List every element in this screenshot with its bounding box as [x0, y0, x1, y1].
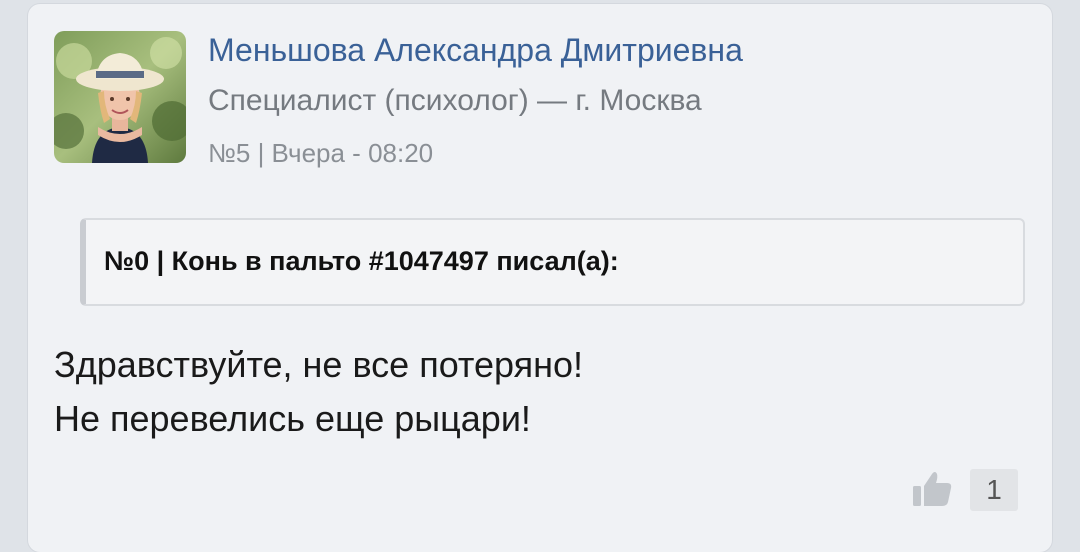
- post-meta: №5 | Вчера - 08:20: [208, 138, 434, 168]
- post-card: Меньшова Александра Дмитриевна Специалис…: [28, 4, 1052, 552]
- message-text: Здравствуйте, не все потеряно! Не переве…: [54, 338, 583, 446]
- like-count[interactable]: 1: [970, 469, 1018, 511]
- message-line: Не перевелись еще рыцари!: [54, 398, 531, 439]
- author-name-link[interactable]: Меньшова Александра Дмитриевна: [208, 32, 743, 69]
- avatar-photo: [54, 31, 186, 163]
- quote-header: №0 | Конь в пальто #1047497 писал(а):: [104, 246, 619, 276]
- author-avatar[interactable]: [54, 31, 186, 163]
- thumbs-up-icon[interactable]: [910, 466, 954, 510]
- message-line: Здравствуйте, не все потеряно!: [54, 344, 584, 385]
- author-role: Специалист (психолог) — г. Москва: [208, 84, 702, 117]
- quote-block: №0 | Конь в пальто #1047497 писал(а):: [80, 218, 1025, 306]
